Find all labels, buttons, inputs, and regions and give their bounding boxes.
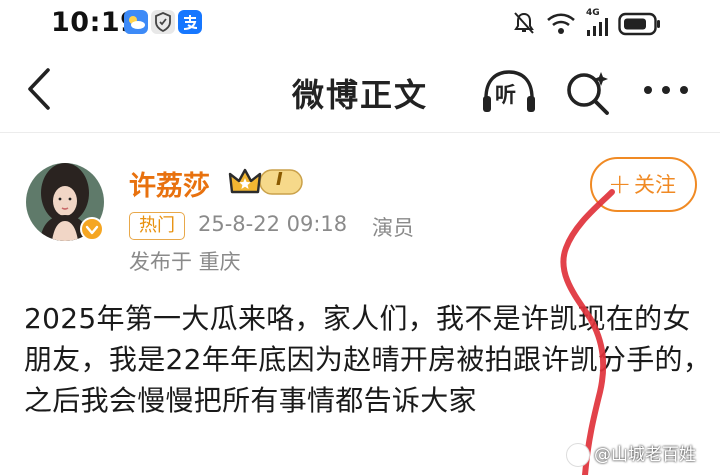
post-body-text[interactable]: 2025年第一大瓜来咯，家人们，我不是许凯现在的女朋友，我是22年年底因为赵晴开…: [24, 298, 712, 421]
follow-plus-icon: +: [608, 167, 632, 200]
signal-icon: [587, 18, 608, 36]
crown-icon: [228, 168, 303, 195]
more-dot-icon: [644, 86, 652, 94]
author-name[interactable]: 许荔莎: [129, 164, 210, 203]
status-icons: 4G: [490, 0, 720, 48]
weibo-logo-icon: [566, 443, 590, 467]
post-timestamp: 25-8-22 09:18: [198, 212, 348, 236]
top-nav-bar: 微博正文 听: [0, 48, 720, 133]
vip-level: I: [276, 169, 283, 190]
wifi-icon: [547, 13, 575, 34]
shield-app-icon: [151, 10, 175, 34]
more-dot-icon: [680, 86, 688, 94]
listen-label: 听: [495, 83, 516, 107]
watermark-text: @山城老百姓: [594, 445, 696, 465]
more-dot-icon: [662, 86, 670, 94]
mute-icon: [514, 12, 534, 34]
alipay-app-icon: [178, 10, 202, 34]
battery-icon: [618, 12, 660, 36]
listen-button[interactable]: 听: [480, 68, 538, 116]
vip-badge: I: [228, 166, 304, 198]
search-sparkle-icon: [567, 72, 609, 115]
more-options-button[interactable]: [640, 82, 692, 102]
verified-badge-icon: [80, 217, 104, 241]
post-source: 演员: [372, 216, 414, 240]
hot-badge: 热门: [129, 212, 185, 240]
watermark: @山城老百姓: [566, 441, 714, 469]
search-button[interactable]: [563, 68, 613, 118]
follow-button[interactable]: + 关注: [590, 157, 697, 212]
status-bar: 10:19 4G: [0, 0, 720, 48]
post-location: 发布于 重庆: [129, 250, 241, 274]
weather-app-icon: [124, 10, 148, 34]
follow-label: 关注: [634, 173, 676, 197]
